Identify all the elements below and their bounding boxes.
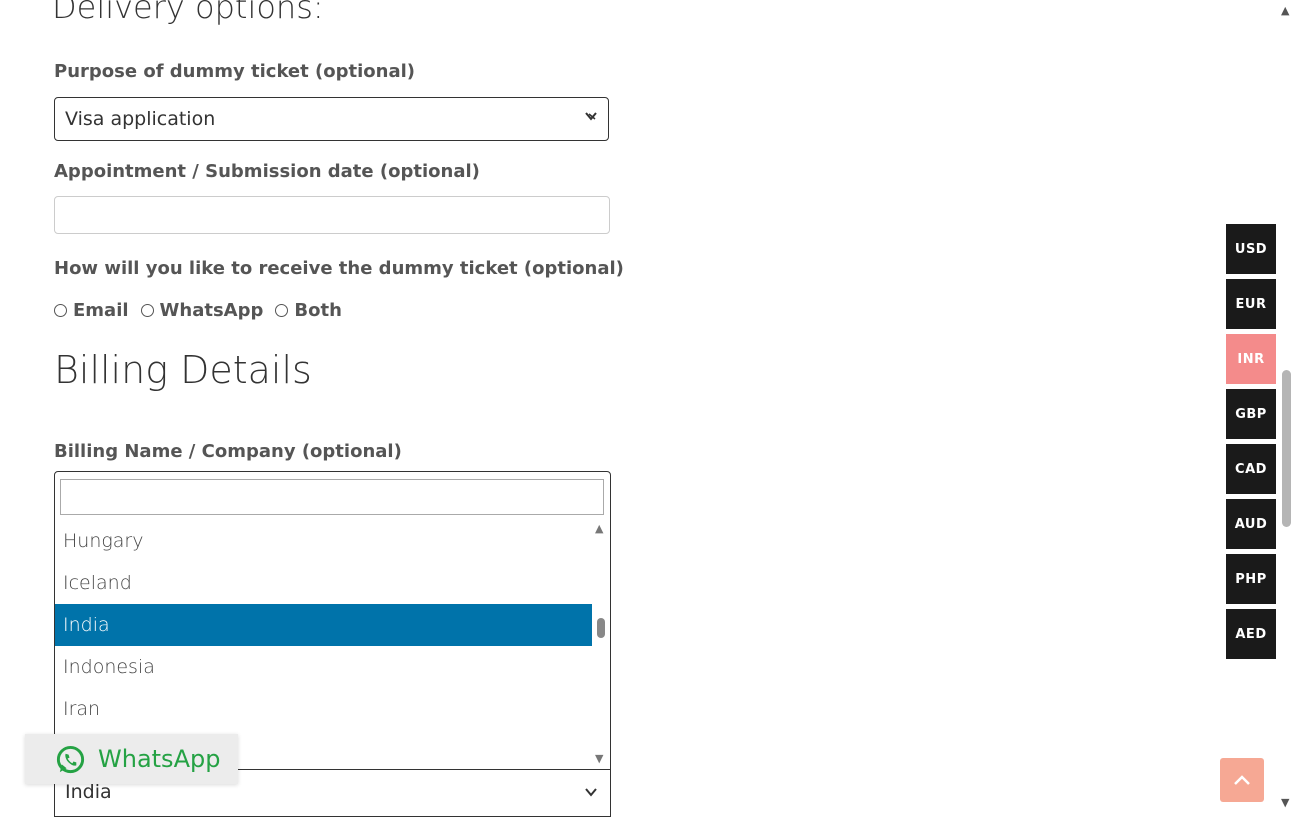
receive-options: Email WhatsApp Both [54,300,354,321]
radio-whatsapp-circle[interactable] [140,304,154,317]
currency-usd[interactable]: USD [1226,224,1276,274]
page-scroll-up-icon[interactable]: ▲ [1281,4,1289,17]
receive-label: How will you like to receive the dummy t… [54,258,624,279]
scroll-down-arrow-icon[interactable]: ▼ [595,752,603,765]
purpose-select[interactable]: Visa application [54,97,609,141]
country-search-input[interactable] [60,479,604,515]
country-dropdown[interactable]: Hungary Iceland India Indonesia Iran ▲ ▼ [54,471,611,770]
country-option-indonesia[interactable]: Indonesia [55,646,592,688]
radio-email[interactable]: Email [54,300,129,321]
radio-email-label: Email [73,300,129,321]
radio-email-circle[interactable] [54,304,67,317]
back-to-top-button[interactable] [1220,758,1264,802]
whatsapp-button[interactable]: WhatsApp [25,734,238,784]
chevron-up-icon [1233,774,1251,786]
billing-heading: Billing Details [54,348,312,392]
radio-both[interactable]: Both [275,300,342,321]
chevron-down-icon [584,784,598,803]
country-option-india[interactable]: India [55,604,592,646]
radio-whatsapp[interactable]: WhatsApp [140,300,264,321]
chevron-down-icon [584,108,598,127]
country-options-list: Hungary Iceland India Indonesia Iran [55,520,592,730]
currency-aed[interactable]: AED [1226,609,1276,659]
scroll-up-arrow-icon[interactable]: ▲ [595,522,603,535]
purpose-select-value: Visa application [65,108,216,130]
radio-both-label: Both [294,300,342,321]
purpose-label: Purpose of dummy ticket (optional) [54,61,415,82]
dropdown-scroll-thumb[interactable] [597,618,605,638]
delivery-heading: Delivery options: [52,0,324,26]
date-input[interactable] [54,196,610,234]
currency-php[interactable]: PHP [1226,554,1276,604]
page-scrollbar[interactable]: ▲ ▼ [1278,0,1295,814]
page-scroll-down-icon[interactable]: ▼ [1281,796,1289,809]
whatsapp-icon [55,744,86,775]
dropdown-scrollbar[interactable]: ▲ ▼ [594,520,608,768]
country-option-iceland[interactable]: Iceland [55,562,592,604]
currency-cad[interactable]: CAD [1226,444,1276,494]
country-select-value: India [65,781,112,803]
date-label: Appointment / Submission date (optional) [54,161,480,182]
country-option-hungary[interactable]: Hungary [55,520,592,562]
country-option-iran[interactable]: Iran [55,688,592,730]
whatsapp-label: WhatsApp [98,745,221,773]
radio-whatsapp-label: WhatsApp [159,300,264,321]
currency-eur[interactable]: EUR [1226,279,1276,329]
currency-aud[interactable]: AUD [1226,499,1276,549]
billing-name-label: Billing Name / Company (optional) [54,441,402,462]
page-scroll-thumb[interactable] [1282,370,1291,527]
currency-inr[interactable]: INR [1226,334,1276,384]
currency-gbp[interactable]: GBP [1226,389,1276,439]
radio-both-circle[interactable] [275,304,289,317]
